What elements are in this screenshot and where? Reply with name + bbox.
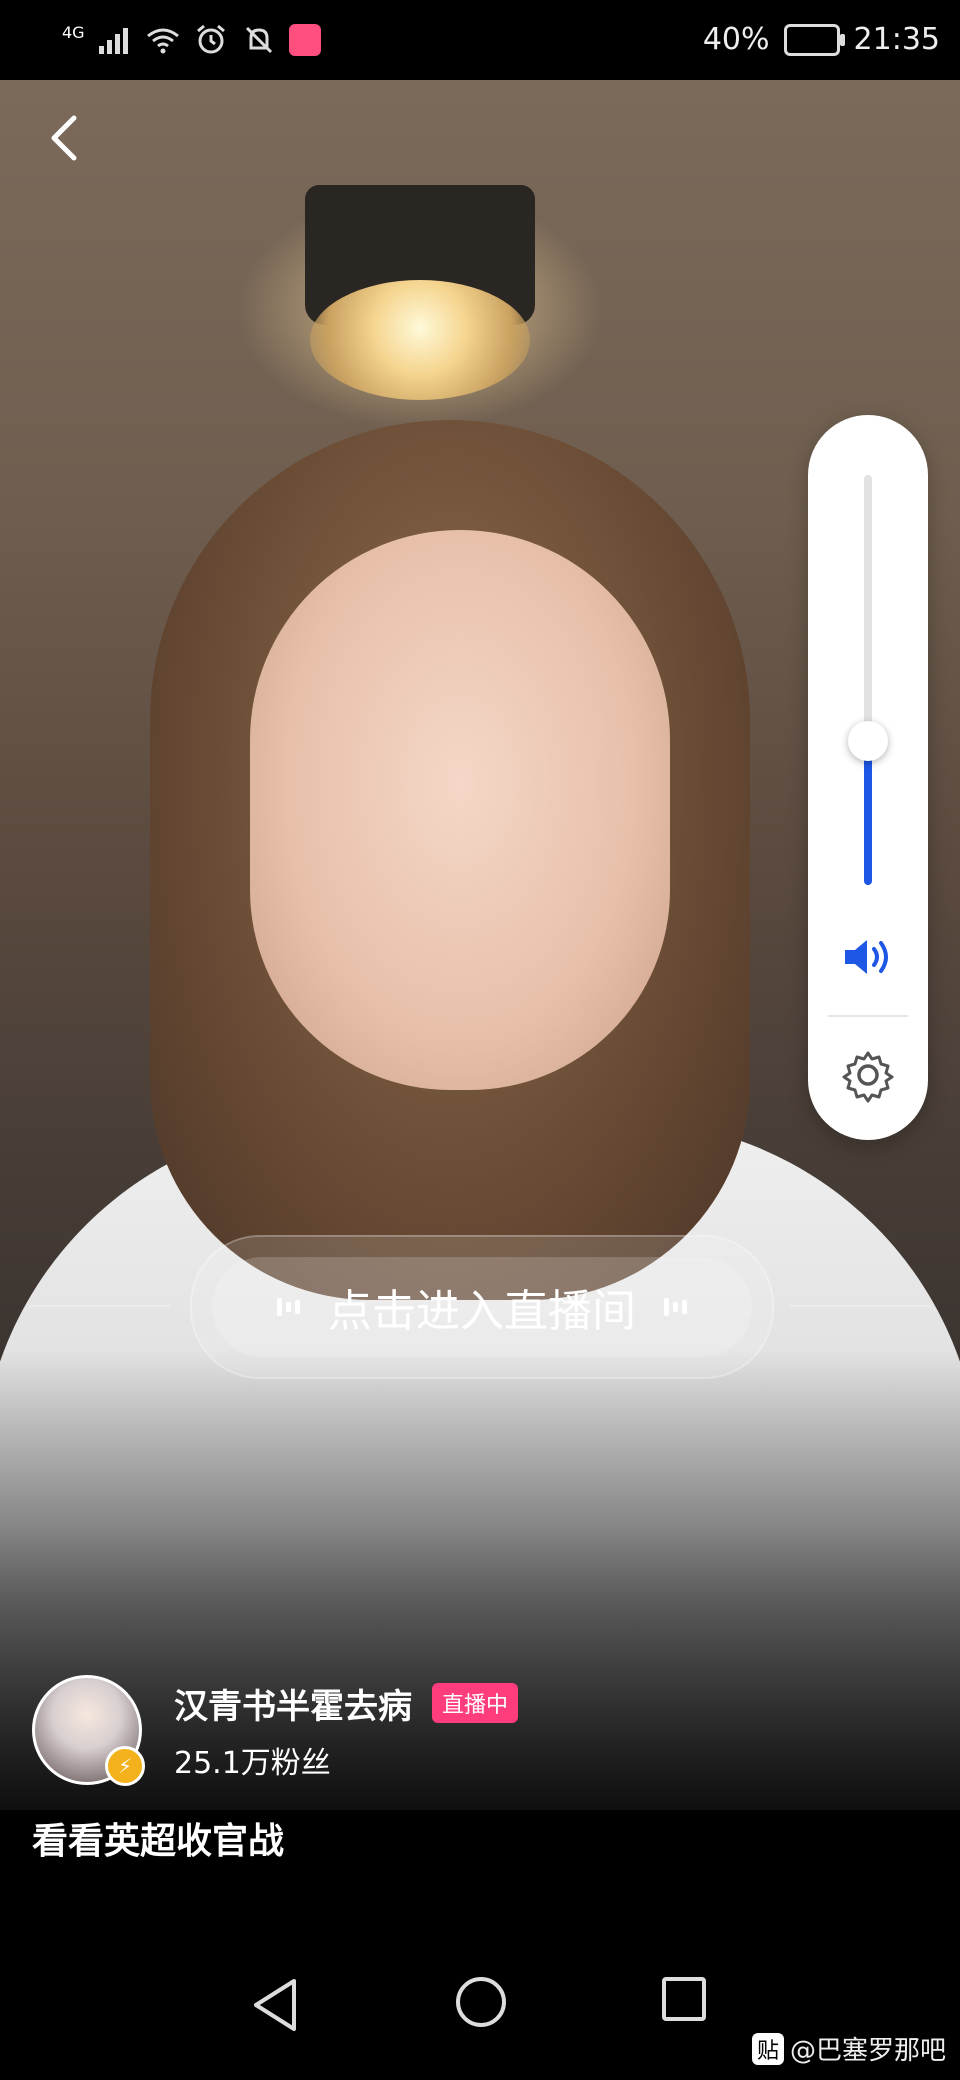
enter-live-button[interactable]: 点击进入直播间: [212, 1257, 752, 1357]
streamer-name[interactable]: 汉青书半霍去病: [174, 1679, 412, 1728]
streamer-text: 汉青书半霍去病 直播中 25.1万粉丝: [174, 1679, 519, 1782]
speaker-icon[interactable]: [841, 935, 895, 979]
nav-home-icon[interactable]: [456, 1977, 506, 2027]
volume-divider: [828, 1015, 908, 1017]
nav-back-icon[interactable]: [250, 1977, 300, 2033]
volume-slider-fill: [864, 741, 872, 885]
mute-bell-icon: [245, 26, 272, 54]
status-right: 40% 21:35: [703, 22, 940, 57]
volume-panel: [808, 415, 928, 1140]
streamer-info[interactable]: ⚡ 汉青书半霍去病 直播中 25.1万粉丝: [32, 1675, 519, 1786]
status-bar: 4G 40% 21:35: [0, 0, 960, 80]
equalizer-right-icon: [664, 1298, 687, 1316]
app-notification-icon: [288, 24, 321, 56]
avatar[interactable]: ⚡: [32, 1675, 145, 1786]
watermark-text: @巴塞罗那吧: [789, 2036, 946, 2066]
gear-icon[interactable]: [840, 1047, 896, 1103]
enter-live-left-line: [30, 1305, 170, 1307]
back-arrow-icon[interactable]: [36, 108, 96, 168]
enter-live-right-line: [790, 1305, 930, 1307]
volume-slider-thumb[interactable]: [848, 721, 888, 761]
person-face: [250, 530, 670, 1090]
equalizer-left-icon: [277, 1298, 300, 1316]
alarm-icon: [196, 24, 225, 54]
wifi-icon: [146, 28, 179, 54]
signal-icon: [98, 28, 128, 54]
nav-recent-apps-icon[interactable]: [662, 1977, 706, 2021]
network-type: 4G: [62, 22, 85, 42]
status-left-icons: 4G: [62, 22, 321, 58]
lamp-glow: [310, 280, 530, 400]
tieba-logo-icon: 贴: [751, 2032, 784, 2065]
battery-icon: [783, 23, 845, 56]
name-row: 汉青书半霍去病 直播中: [174, 1679, 519, 1728]
live-caption: 看看英超收官战: [32, 1821, 285, 1862]
watermark: 贴 @巴塞罗那吧: [751, 2030, 946, 2067]
clock: 21:35: [853, 22, 940, 57]
battery-percent: 40%: [702, 22, 770, 57]
fan-count: 25.1万粉丝: [174, 1745, 331, 1781]
lightning-badge-icon: ⚡: [105, 1746, 145, 1786]
enter-live-outline: 点击进入直播间: [190, 1235, 774, 1379]
live-status-badge: 直播中: [432, 1683, 519, 1723]
enter-live-label: 点击进入直播间: [328, 1286, 636, 1337]
